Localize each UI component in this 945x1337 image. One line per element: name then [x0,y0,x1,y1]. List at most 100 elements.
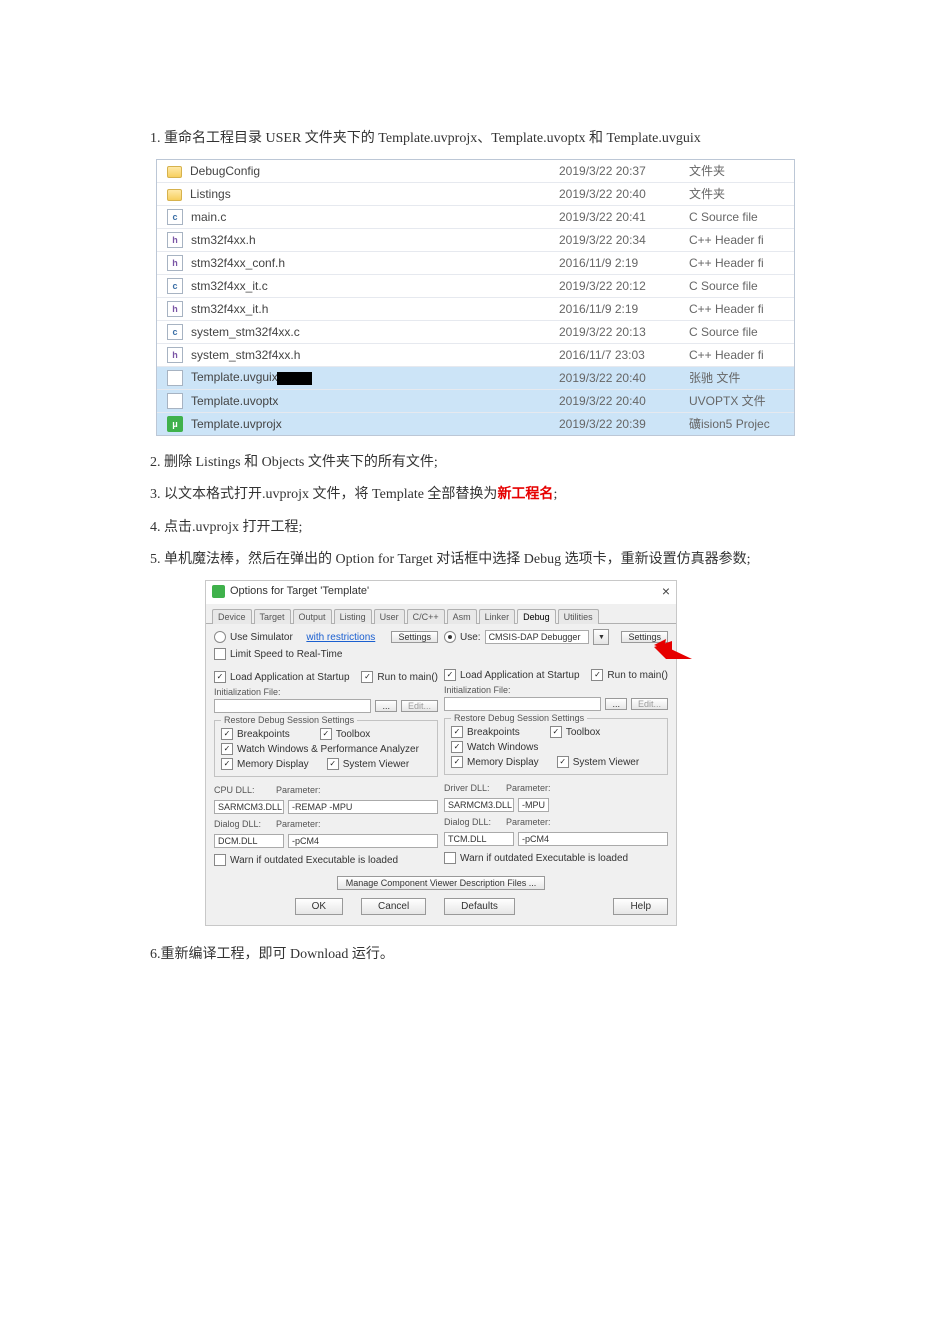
tab-utilities[interactable]: Utilities [558,609,599,624]
tgt-dlgdll-label: Dialog DLL: [444,817,502,827]
restrictions-link[interactable]: with restrictions [306,632,375,643]
proj-icon: μ [167,416,183,432]
tgt-watch-check[interactable] [451,741,463,753]
sim-breakpoints-check[interactable] [221,728,233,740]
file-row[interactable]: Template.uvoptx2019/3/22 20:40UVOPTX 文件 [157,390,794,413]
tgt-toolbox-check[interactable] [550,726,562,738]
sim-warn-check[interactable] [214,854,226,866]
file-date: 2019/3/22 20:34 [559,233,689,247]
sim-toolbox-check[interactable] [320,728,332,740]
cancel-button[interactable]: Cancel [361,898,426,915]
step-2: 2. 删除 Listings 和 Objects 文件夹下的所有文件; [150,450,795,477]
sim-settings-button[interactable]: Settings [391,631,438,643]
tgt-breakpoints-label: Breakpoints [467,727,520,738]
tgt-browse-button[interactable]: ... [605,698,627,710]
tab-linker[interactable]: Linker [479,609,516,624]
tgt-sysview-check[interactable] [557,756,569,768]
file-icon [167,393,183,409]
tgt-dlgdll-input[interactable]: TCM.DLL [444,832,514,846]
tgt-memory-label: Memory Display [467,757,539,768]
file-date: 2019/3/22 20:39 [559,417,689,431]
cpu-param-label: Parameter: [276,785,321,795]
tgt-run-main-check[interactable] [591,669,603,681]
dialog-titlebar: Options for Target 'Template' × [206,581,676,604]
sim-memory-check[interactable] [221,758,233,770]
debugger-select[interactable]: CMSIS-DAP Debugger [485,630,590,644]
sim-dlgdll-input[interactable]: DCM.DLL [214,834,284,848]
tgt-restore-group: Restore Debug Session Settings Breakpoin… [444,718,668,775]
chevron-down-icon[interactable]: ▼ [593,629,609,645]
close-icon[interactable]: × [662,586,670,596]
c-icon: c [167,209,183,225]
file-row[interactable]: hstm32f4xx_conf.h2016/11/9 2:19C++ Heade… [157,252,794,275]
file-row[interactable]: DebugConfig2019/3/22 20:37文件夹 [157,160,794,183]
sim-sysview-check[interactable] [327,758,339,770]
file-type: C Source file [689,210,794,224]
file-row[interactable]: hsystem_stm32f4xx.h2016/11/7 23:03C++ He… [157,344,794,367]
file-row[interactable]: csystem_stm32f4xx.c2019/3/22 20:13C Sour… [157,321,794,344]
use-simulator-radio[interactable] [214,631,226,643]
tab-target[interactable]: Target [254,609,291,624]
sim-run-main-check[interactable] [361,671,373,683]
sim-initfile-input[interactable] [214,699,371,713]
file-row[interactable]: cstm32f4xx_it.c2019/3/22 20:12C Source f… [157,275,794,298]
drv-param-input[interactable]: -MPU [518,798,549,812]
file-type: UVOPTX 文件 [689,392,794,409]
sim-toolbox-label: Toolbox [336,729,370,740]
tgt-load-app-label: Load Application at Startup [460,670,580,681]
sim-browse-button[interactable]: ... [375,700,397,712]
tgt-dlgparam-input[interactable]: -pCM4 [518,832,668,846]
tgt-memory-check[interactable] [451,756,463,768]
step-6: 6.重新编译工程，即可 Download 运行。 [150,942,795,969]
limit-speed-check[interactable] [214,648,226,660]
tab-listing[interactable]: Listing [334,609,372,624]
drv-dll-input[interactable]: SARMCM3.DLL [444,798,514,812]
tab-output[interactable]: Output [293,609,332,624]
tgt-warn-check[interactable] [444,852,456,864]
file-date: 2019/3/22 20:40 [559,394,689,408]
tab-cc[interactable]: C/C++ [407,609,445,624]
tgt-breakpoints-check[interactable] [451,726,463,738]
tab-device[interactable]: Device [212,609,252,624]
sim-edit-button[interactable]: Edit... [401,700,438,712]
sim-watch-check[interactable] [221,743,233,755]
use-simulator-label: Use Simulator [230,632,293,643]
step-3b: ; [553,487,557,502]
step-3a: 3. 以文本格式打开.uvprojx 文件，将 Template 全部替换为 [150,487,497,502]
use-label: Use: [460,632,481,643]
manage-cvdf-button[interactable]: Manage Component Viewer Description File… [337,876,545,890]
step-3: 3. 以文本格式打开.uvprojx 文件，将 Template 全部替换为新工… [150,482,795,509]
tgt-load-app-check[interactable] [444,669,456,681]
tab-asm[interactable]: Asm [447,609,477,624]
options-dialog: Options for Target 'Template' × DeviceTa… [205,580,677,926]
file-row[interactable]: hstm32f4xx_it.h2016/11/9 2:19C++ Header … [157,298,794,321]
file-date: 2019/3/22 20:12 [559,279,689,293]
tgt-edit-button[interactable]: Edit... [631,698,668,710]
file-row[interactable]: Template.uvguix2019/3/22 20:40张驰 文件 [157,367,794,390]
sim-watch-label: Watch Windows & Performance Analyzer [237,744,419,755]
file-type: C++ Header fi [689,302,794,316]
file-name: Listings [188,187,559,201]
tab-debug[interactable]: Debug [517,609,556,624]
cpu-dll-input[interactable]: SARMCM3.DLL [214,800,284,814]
file-row[interactable]: hstm32f4xx.h2019/3/22 20:34C++ Header fi [157,229,794,252]
file-type: 文件夹 [689,162,794,179]
file-row[interactable]: cmain.c2019/3/22 20:41C Source file [157,206,794,229]
sim-load-app-check[interactable] [214,671,226,683]
file-name: stm32f4xx_conf.h [189,256,559,270]
tgt-initfile-input[interactable] [444,697,601,711]
cpu-param-input[interactable]: -REMAP -MPU [288,800,438,814]
file-name: Template.uvprojx [189,417,559,431]
dialog-tabs: DeviceTargetOutputListingUserC/C++AsmLin… [206,604,676,624]
use-debugger-radio[interactable] [444,631,456,643]
sim-dlgparam-input[interactable]: -pCM4 [288,834,438,848]
tab-user[interactable]: User [374,609,405,624]
file-name: stm32f4xx_it.c [189,279,559,293]
defaults-button[interactable]: Defaults [444,898,515,915]
help-button[interactable]: Help [613,898,668,915]
file-name: Template.uvoptx [189,394,559,408]
file-row[interactable]: μTemplate.uvprojx2019/3/22 20:39礦ision5 … [157,413,794,435]
ok-button[interactable]: OK [295,898,343,915]
tgt-initfile-label: Initialization File: [444,685,668,695]
file-row[interactable]: Listings2019/3/22 20:40文件夹 [157,183,794,206]
